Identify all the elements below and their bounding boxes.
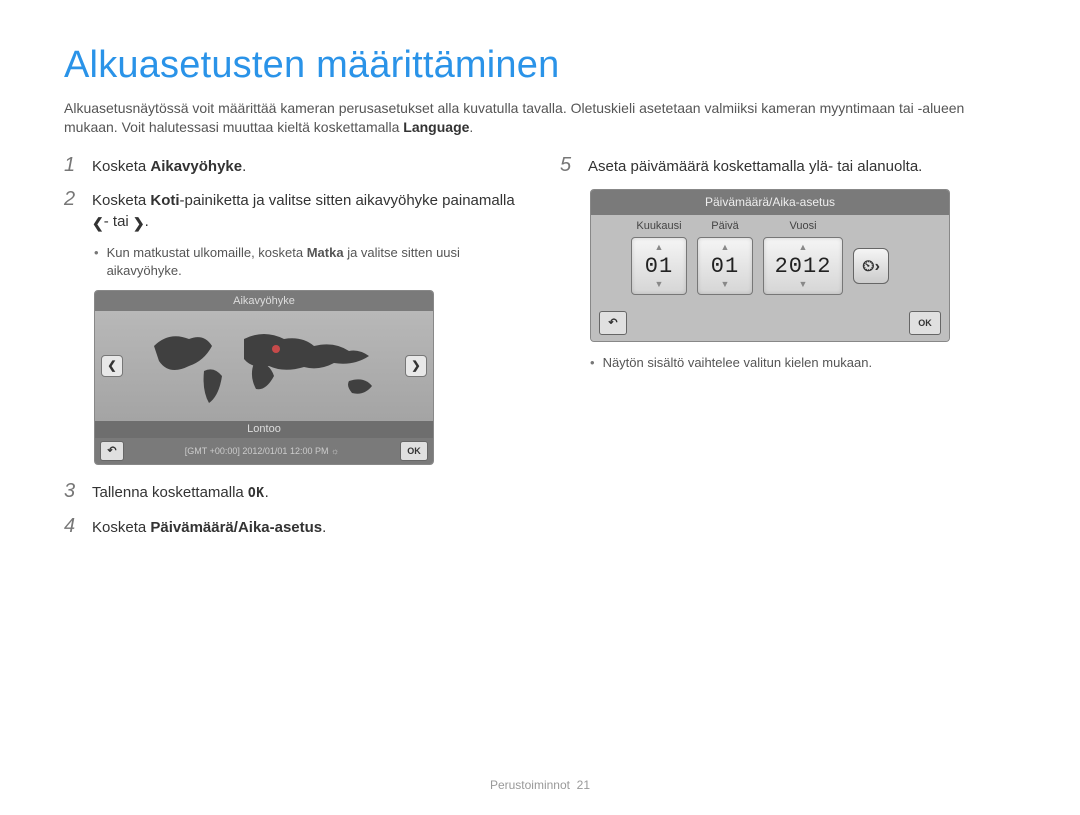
- tz-arrow-right-button[interactable]: ❯: [405, 355, 427, 377]
- arrow-down-icon: ▼: [632, 281, 686, 288]
- footer-page: 21: [577, 778, 590, 792]
- month-spinner[interactable]: ▲ 01 ▼: [631, 237, 687, 295]
- page-title: Alkuasetusten määrittäminen: [64, 40, 1016, 91]
- step5-bullet: Näytön sisältö vaihtelee valitun kielen …: [590, 354, 1016, 372]
- tz-info: [GMT +00:00] 2012/01/01 12:00 PM ☼: [124, 445, 400, 457]
- step-3: 3 Tallenna koskettamalla OK.: [64, 481, 520, 503]
- dt-title: Päivämäärä/Aika-asetus: [591, 190, 949, 214]
- tz-ok-button[interactable]: OK: [400, 441, 428, 461]
- step2-bullet: Kun matkustat ulkomaille, kosketa Matka …: [94, 244, 520, 279]
- dt-back-button[interactable]: ↶: [599, 311, 627, 335]
- step3-post: .: [265, 484, 269, 501]
- step-2: 2 Kosketa Koti-painiketta ja valitse sit…: [64, 189, 520, 232]
- year-spinner[interactable]: ▲ 2012 ▼: [763, 237, 843, 295]
- step2-bold: Koti: [150, 192, 179, 209]
- step-number: 3: [64, 481, 82, 501]
- world-map-icon: [123, 311, 405, 421]
- back-icon: ↶: [608, 316, 617, 331]
- year-value: 2012: [764, 252, 842, 282]
- arrow-up-icon: ▲: [698, 244, 752, 251]
- intro-text: Alkuasetusnäytössä voit määrittää kamera…: [64, 99, 1016, 137]
- intro-prefix: Alkuasetusnäytössä voit määrittää kamera…: [64, 100, 964, 135]
- step4-post: .: [322, 519, 326, 536]
- dt-ok-button[interactable]: OK: [909, 311, 941, 335]
- footer-section: Perustoiminnot: [490, 778, 570, 792]
- arrow-left-icon: ❮: [92, 214, 104, 233]
- step3-pre: Tallenna koskettamalla: [92, 484, 248, 501]
- arrow-up-icon: ▲: [632, 244, 686, 251]
- arrow-right-icon: ❯: [411, 359, 420, 374]
- step4-bold: Päivämäärä/Aika-asetus: [150, 519, 322, 536]
- time-toggle-button[interactable]: ⏲›: [853, 248, 889, 284]
- b5-text: Näytön sisältö vaihtelee valitun kielen …: [603, 354, 873, 372]
- tz-arrow-left-button[interactable]: ❮: [101, 355, 123, 377]
- timezone-screen: Aikavyöhyke ❮: [94, 290, 434, 466]
- step-number: 5: [560, 155, 578, 175]
- arrow-up-icon: ▲: [764, 244, 842, 251]
- intro-suffix: .: [469, 119, 473, 135]
- step2-mid: -painiketta ja valitse sitten aikavyöhyk…: [180, 192, 515, 209]
- arrow-down-icon: ▼: [698, 281, 752, 288]
- back-icon: ↶: [107, 444, 116, 459]
- b2-pre: Kun matkustat ulkomaille, kosketa: [107, 245, 307, 260]
- intro-bold: Language: [403, 119, 469, 135]
- tz-title: Aikavyöhyke: [95, 291, 433, 312]
- ok-label: OK: [918, 317, 932, 329]
- tz-city: Lontoo: [247, 423, 281, 435]
- label-year: Vuosi: [763, 219, 843, 234]
- arrow-left-icon: ❮: [107, 359, 116, 374]
- step-number: 1: [64, 155, 82, 175]
- step4-pre: Kosketa: [92, 519, 150, 536]
- label-day: Päivä: [697, 219, 753, 234]
- step1-pre: Kosketa: [92, 158, 150, 175]
- arrow-down-icon: ▼: [764, 281, 842, 288]
- day-spinner[interactable]: ▲ 01 ▼: [697, 237, 753, 295]
- step-4: 4 Kosketa Päivämäärä/Aika-asetus.: [64, 516, 520, 538]
- step-number: 2: [64, 189, 82, 209]
- b2-bold: Matka: [307, 245, 344, 260]
- tz-back-button[interactable]: ↶: [100, 441, 124, 461]
- step-number: 4: [64, 516, 82, 536]
- step5-text: Aseta päivämäärä koskettamalla ylä- tai …: [588, 155, 922, 177]
- step-1: 1 Kosketa Aikavyöhyke.: [64, 155, 520, 177]
- step2-pre: Kosketa: [92, 192, 150, 209]
- ok-label: OK: [407, 445, 421, 457]
- dt-labels: Kuukausi Päivä Vuosi: [591, 215, 949, 234]
- datetime-screen: Päivämäärä/Aika-asetus Kuukausi Päivä Vu…: [590, 189, 950, 342]
- step1-post: .: [242, 158, 246, 175]
- ok-icon: OK: [248, 486, 265, 501]
- clock-icon: ⏲›: [862, 256, 880, 278]
- label-month: Kuukausi: [631, 219, 687, 234]
- or-text: - tai: [104, 213, 133, 230]
- day-value: 01: [698, 252, 752, 282]
- page-footer: Perustoiminnot 21: [0, 777, 1080, 793]
- step2-post: .: [145, 213, 149, 230]
- step-5: 5 Aseta päivämäärä koskettamalla ylä- ta…: [560, 155, 1016, 177]
- month-value: 01: [632, 252, 686, 282]
- arrow-right-icon: ❯: [133, 214, 145, 233]
- step1-bold: Aikavyöhyke: [150, 158, 242, 175]
